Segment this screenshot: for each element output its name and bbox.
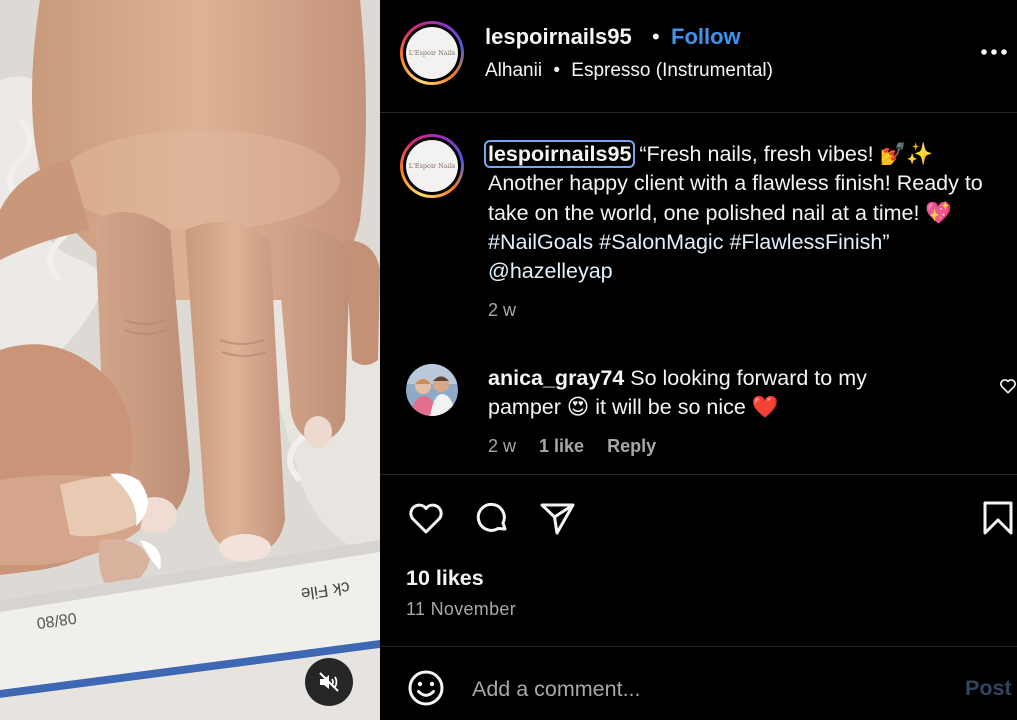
caption-timestamp[interactable]: 2 w — [488, 300, 516, 321]
hashtag-salonmagic[interactable]: #SalonMagic — [599, 230, 723, 254]
reply-button[interactable]: Reply — [607, 436, 656, 456]
post-header: L'Espoir Nails lespoirnails95 • Follow A… — [380, 0, 1017, 113]
hashtag-flawlessfinish[interactable]: #FlawlessFinish — [729, 230, 882, 254]
post-comment-button[interactable]: Post — [965, 676, 1012, 701]
comment-likes[interactable]: 1 like — [539, 436, 584, 456]
post-panel: L'Espoir Nails lespoirnails95 • Follow A… — [380, 0, 1017, 720]
heart-icon[interactable] — [406, 498, 446, 538]
header-separator: • — [652, 24, 660, 49]
author-username[interactable]: lespoirnails95 — [485, 24, 632, 50]
divider — [380, 474, 1017, 475]
mention-link[interactable]: @hazelleyap — [488, 259, 613, 283]
comment-meta: 2 w 1 like Reply — [488, 436, 674, 457]
caption-quote-close: ” — [882, 229, 890, 254]
comment-body: anica_gray74 So looking forward to my pa… — [488, 364, 928, 423]
likes-count[interactable]: 10 likes — [406, 566, 484, 591]
audio-separator: • — [553, 60, 560, 81]
divider — [380, 646, 1017, 647]
audio-artist: Alhanii — [485, 60, 543, 81]
commenter-username[interactable]: anica_gray74 — [488, 366, 624, 390]
comment-timestamp[interactable]: 2 w — [488, 436, 516, 456]
speaker-muted-icon — [319, 672, 339, 692]
more-options-icon[interactable] — [979, 40, 1011, 64]
hashtag-nailgoals[interactable]: #NailGoals — [488, 230, 593, 254]
comment-like-heart-icon[interactable] — [998, 376, 1017, 396]
post-caption: lespoirnails95 “Fresh nails, fresh vibes… — [483, 140, 1008, 286]
mute-button[interactable] — [305, 658, 353, 706]
emoji-icon[interactable] — [406, 668, 446, 708]
post-photo: 08/80 ck File — [0, 0, 380, 720]
share-icon[interactable] — [538, 498, 578, 538]
add-comment-input[interactable] — [472, 672, 942, 706]
caption-avatar[interactable]: L'Espoir Nails — [400, 134, 464, 198]
post-date[interactable]: 11 November — [406, 599, 516, 620]
comment-icon[interactable] — [472, 498, 512, 538]
audio-track: Espresso (Instrumental) — [571, 60, 773, 81]
commenter-photo — [406, 364, 458, 416]
audio-info[interactable]: Alhanii • Espresso (Instrumental) — [485, 60, 773, 82]
caption-avatar-logo: L'Espoir Nails — [406, 140, 458, 192]
author-avatar-logo: L'Espoir Nails — [406, 27, 458, 79]
author-avatar[interactable]: L'Espoir Nails — [400, 21, 464, 85]
caption-username[interactable]: lespoirnails95 — [483, 140, 636, 168]
post-media[interactable]: 08/80 ck File — [0, 0, 380, 720]
bookmark-icon[interactable] — [978, 498, 1017, 538]
follow-button[interactable]: Follow — [671, 24, 741, 50]
commenter-avatar[interactable] — [406, 364, 458, 416]
